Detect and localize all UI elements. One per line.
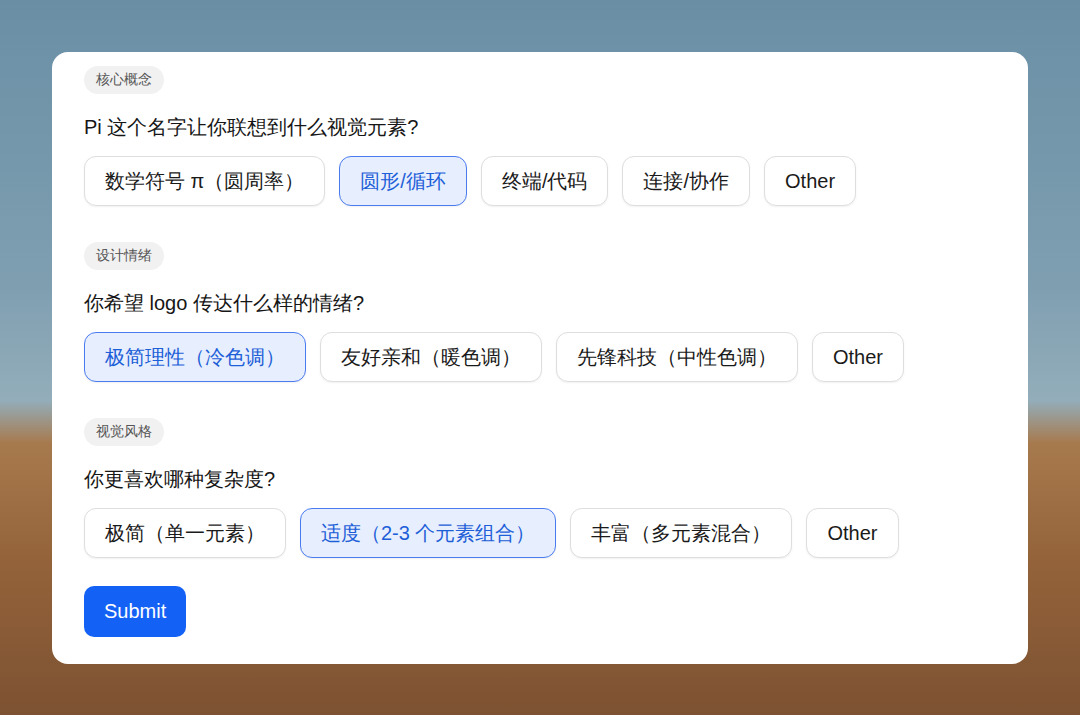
question-text: 你更喜欢哪种复杂度? <box>84 465 996 493</box>
option-button[interactable]: 适度（2-3 个元素组合） <box>300 508 556 558</box>
option-button[interactable]: Other <box>812 332 904 382</box>
option-button[interactable]: 极简理性（冷色调） <box>84 332 306 382</box>
submit-button[interactable]: Submit <box>84 586 186 637</box>
option-button[interactable]: 连接/协作 <box>622 156 750 206</box>
option-group: 数学符号 π（圆周率） 圆形/循环终端/代码连接/协作 Other <box>84 156 996 206</box>
section-tag: 视觉风格 <box>84 418 164 446</box>
option-button[interactable]: 终端/代码 <box>481 156 609 206</box>
question-text: 你希望 logo 传达什么样的情绪? <box>84 289 996 317</box>
option-button[interactable]: 圆形/循环 <box>339 156 467 206</box>
option-button[interactable]: 友好亲和（暖色调） <box>320 332 542 382</box>
option-button[interactable]: 先锋科技（中性色调） <box>556 332 798 382</box>
background-photo: 核心概念 Pi 这个名字让你联想到什么视觉元素? 数学符号 π（圆周率） 圆形/循环终… <box>0 0 1080 715</box>
option-button[interactable]: Other <box>806 508 898 558</box>
option-group: 极简理性（冷色调） 友好亲和（暖色调） 先锋科技（中性色调） Other <box>84 332 996 382</box>
option-button[interactable]: 数学符号 π（圆周率） <box>84 156 325 206</box>
question-section: 设计情绪你希望 logo 传达什么样的情绪? 极简理性（冷色调） 友好亲和（暖色调）… <box>84 242 996 382</box>
section-tag: 核心概念 <box>84 66 164 94</box>
option-button[interactable]: 丰富（多元素混合） <box>570 508 792 558</box>
question-section: 核心概念 Pi 这个名字让你联想到什么视觉元素? 数学符号 π（圆周率） 圆形/循环终… <box>84 66 996 206</box>
question-section: 视觉风格你更喜欢哪种复杂度? 极简（单一元素） 适度（2-3 个元素组合） 丰富（多元… <box>84 418 996 558</box>
section-tag: 设计情绪 <box>84 242 164 270</box>
option-group: 极简（单一元素） 适度（2-3 个元素组合） 丰富（多元素混合） Other <box>84 508 996 558</box>
question-text: Pi 这个名字让你联想到什么视觉元素? <box>84 113 996 141</box>
question-card: 核心概念 Pi 这个名字让你联想到什么视觉元素? 数学符号 π（圆周率） 圆形/循环终… <box>52 52 1028 664</box>
option-button[interactable]: 极简（单一元素） <box>84 508 286 558</box>
option-button[interactable]: Other <box>764 156 856 206</box>
